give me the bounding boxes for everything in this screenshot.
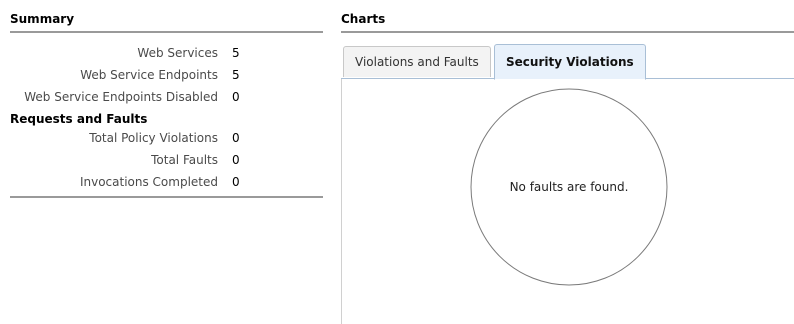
stat-row-web-service-endpoints: Web Service Endpoints 5 bbox=[10, 67, 323, 84]
stat-label: Web Service Endpoints bbox=[80, 68, 218, 82]
summary-panel: Summary Web Services 5 Web Service Endpo… bbox=[10, 10, 323, 198]
stat-label: Total Faults bbox=[151, 153, 218, 167]
stat-label: Total Policy Violations bbox=[89, 131, 218, 145]
stat-row-total-faults: Total Faults 0 bbox=[10, 152, 323, 169]
stat-value: 5 bbox=[232, 68, 240, 82]
empty-pie-chart: No faults are found. bbox=[470, 88, 668, 286]
services-stats: Web Services 5 Web Service Endpoints 5 W… bbox=[10, 45, 323, 106]
charts-title: Charts bbox=[341, 12, 386, 26]
no-faults-message: No faults are found. bbox=[510, 180, 629, 194]
stat-row-web-services: Web Services 5 bbox=[10, 45, 323, 62]
charts-panel: Charts Violations and Faults Security Vi… bbox=[341, 10, 794, 324]
charts-divider bbox=[341, 31, 794, 33]
summary-bottom-divider bbox=[10, 196, 323, 198]
stat-value: 0 bbox=[232, 131, 240, 145]
stat-value: 0 bbox=[232, 175, 240, 189]
summary-title: Summary bbox=[10, 12, 75, 26]
stat-row-policy-violations: Total Policy Violations 0 bbox=[10, 130, 323, 147]
stat-value: 0 bbox=[232, 90, 240, 104]
stat-row-invocations-completed: Invocations Completed 0 bbox=[10, 174, 323, 191]
security-violations-panel: No faults are found. bbox=[341, 79, 794, 324]
tab-security-violations[interactable]: Security Violations bbox=[494, 44, 646, 80]
requests-stats: Total Policy Violations 0 Total Faults 0… bbox=[10, 130, 323, 191]
stat-row-endpoints-disabled: Web Service Endpoints Disabled 0 bbox=[10, 89, 323, 106]
summary-divider bbox=[10, 31, 323, 33]
stat-label: Invocations Completed bbox=[79, 175, 218, 189]
stat-label: Web Service Endpoints Disabled bbox=[24, 90, 218, 104]
stat-label: Web Services bbox=[137, 46, 218, 60]
chart-tabs: Violations and Faults Security Violation… bbox=[341, 44, 794, 80]
stat-value: 5 bbox=[232, 46, 240, 60]
stat-value: 0 bbox=[232, 153, 240, 167]
requests-faults-heading: Requests and Faults bbox=[10, 112, 148, 126]
tab-violations-and-faults[interactable]: Violations and Faults bbox=[343, 46, 491, 77]
